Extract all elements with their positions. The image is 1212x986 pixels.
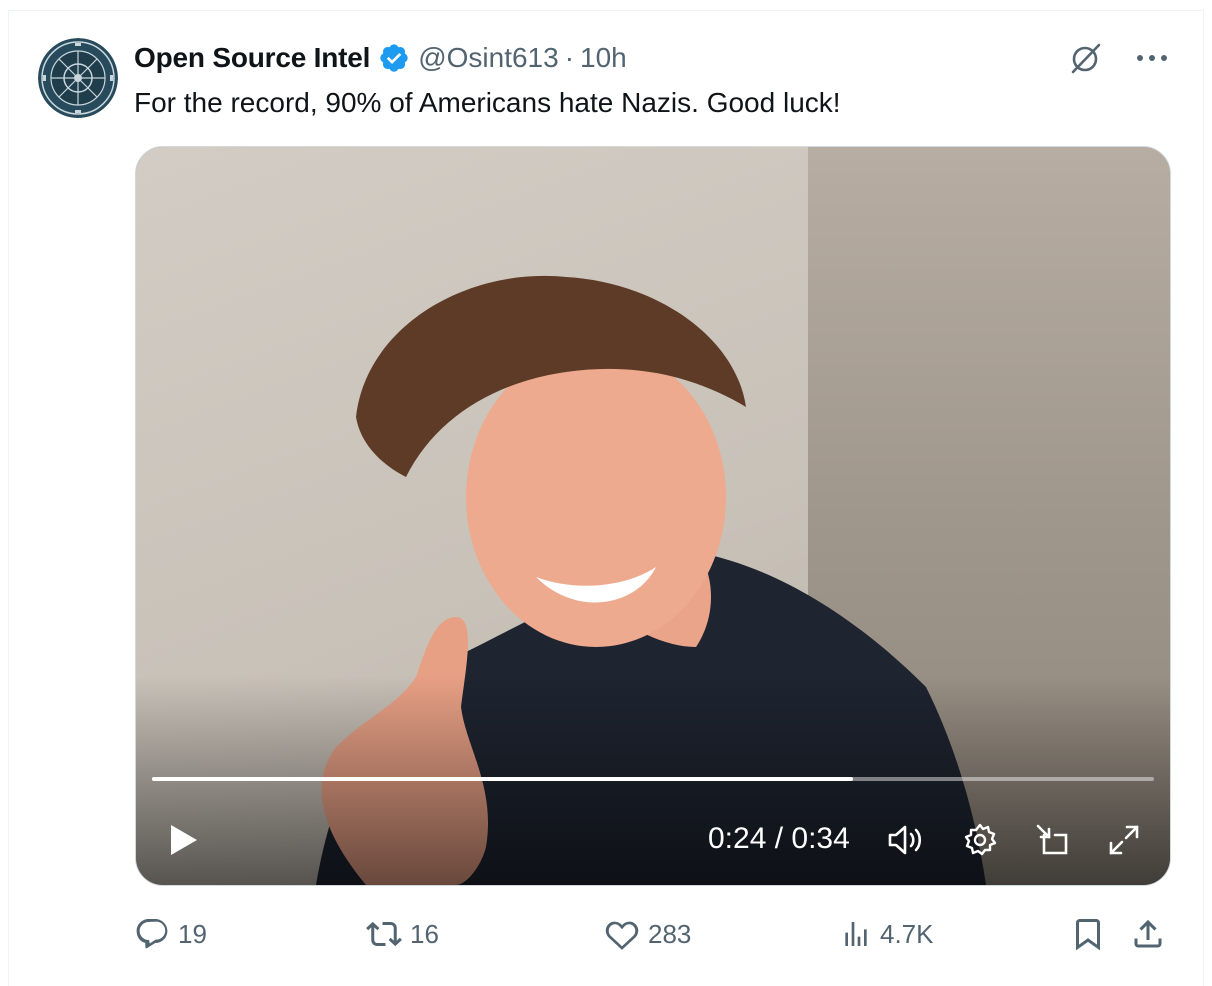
separator-dot: ·: [564, 42, 575, 73]
share-button[interactable]: [1130, 912, 1166, 956]
heart-icon: [605, 921, 639, 950]
video-time: 0:24 / 0:34: [708, 822, 850, 855]
reply-icon: [136, 919, 168, 949]
tweet-text: For the record, 90% of Americans hate Na…: [134, 87, 841, 118]
reply-button[interactable]: 19: [134, 912, 207, 956]
like-count: 283: [648, 918, 692, 949]
video-progress-bar[interactable]: [152, 777, 1154, 781]
analytics-icon: [845, 922, 867, 946]
header-actions: [1066, 38, 1172, 78]
like-button[interactable]: 283: [604, 912, 691, 956]
view-count: 4.7K: [880, 918, 934, 949]
repost-icon: [366, 921, 402, 947]
settings-icon[interactable]: [960, 820, 1000, 860]
repost-count: 16: [410, 918, 439, 949]
repost-button[interactable]: 16: [366, 912, 439, 956]
pip-icon[interactable]: [1032, 820, 1072, 860]
fullscreen-icon[interactable]: [1104, 820, 1144, 860]
share-icon: [1134, 919, 1162, 948]
bookmark-button[interactable]: [1070, 912, 1106, 956]
video-player[interactable]: 0:24 / 0:34: [135, 146, 1171, 886]
video-progress-fill: [152, 777, 854, 781]
osint-logo-icon: [38, 38, 118, 118]
play-icon[interactable]: [164, 820, 204, 860]
author-name[interactable]: Open Source Intel: [134, 42, 370, 74]
bookmark-icon: [1076, 919, 1100, 951]
video-controls: 0:24 / 0:34: [136, 812, 1170, 868]
grok-icon[interactable]: [1066, 38, 1106, 78]
tweet-actions: 19 16 283 4.7K: [134, 912, 1174, 956]
tweet-timestamp[interactable]: 10h: [580, 42, 627, 74]
more-icon[interactable]: [1132, 38, 1172, 78]
author-handle[interactable]: @Osint613: [418, 42, 559, 74]
verified-badge-icon: [378, 42, 410, 74]
views-button[interactable]: 4.7K: [840, 912, 934, 956]
avatar[interactable]: [38, 38, 118, 118]
tweet-header: Open Source Intel @Osint613 · 10h: [134, 38, 627, 78]
reply-count: 19: [178, 918, 207, 949]
volume-icon[interactable]: [886, 820, 926, 860]
